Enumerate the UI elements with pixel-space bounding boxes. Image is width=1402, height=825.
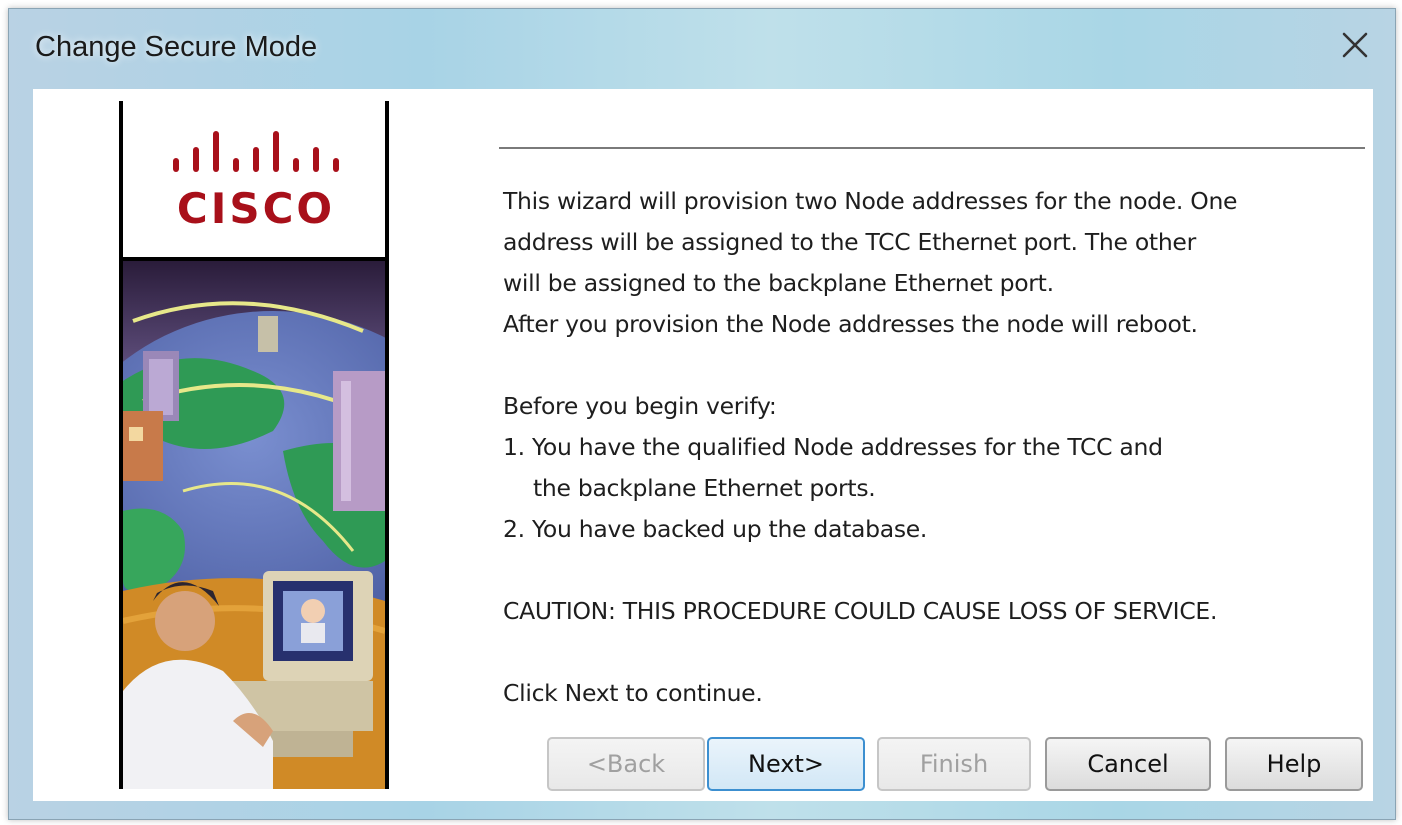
instruction-line: address will be assigned to the TCC Ethe…: [503, 228, 1196, 256]
window-title: Change Secure Mode: [35, 31, 318, 63]
instruction-line: will be assigned to the backplane Ethern…: [503, 269, 1054, 297]
instruction-line: Before you begin verify:: [503, 392, 777, 420]
close-icon: [1342, 32, 1368, 58]
instruction-line: 2. You have backed up the database.: [503, 515, 928, 543]
instruction-line: Click Next to continue.: [503, 679, 763, 707]
title-bar[interactable]: Change Secure Mode: [9, 9, 1395, 87]
cisco-logo: CISCO: [173, 131, 339, 233]
help-button[interactable]: Help: [1225, 737, 1363, 791]
back-button[interactable]: <Back: [547, 737, 705, 791]
instruction-line: After you provision the Node addresses t…: [503, 310, 1198, 338]
caution-line: CAUTION: THIS PROCEDURE COULD CAUSE LOSS…: [503, 597, 1218, 625]
wizard-side-image: CISCO: [43, 101, 503, 789]
instruction-line: 1. You have the qualified Node addresses…: [503, 433, 1163, 461]
network-illustration: [43, 261, 503, 789]
cisco-bridge-icon: [173, 131, 339, 172]
cisco-logo-panel: CISCO: [123, 101, 385, 257]
close-button[interactable]: [1329, 23, 1381, 67]
wizard-dialog: Change Secure Mode CISCO This wizard wil…: [8, 8, 1396, 820]
next-button[interactable]: Next>: [707, 737, 865, 791]
instruction-line: This wizard will provision two Node addr…: [503, 187, 1238, 215]
cancel-button[interactable]: Cancel: [1045, 737, 1211, 791]
instruction-line: the backplane Ethernet ports.: [533, 474, 876, 502]
finish-button[interactable]: Finish: [877, 737, 1031, 791]
header-divider: [499, 147, 1365, 149]
dialog-body: CISCO This wizard will provision two Nod…: [33, 89, 1373, 801]
wizard-instructions: This wizard will provision two Node addr…: [503, 181, 1373, 714]
svg-text:CISCO: CISCO: [177, 184, 335, 233]
